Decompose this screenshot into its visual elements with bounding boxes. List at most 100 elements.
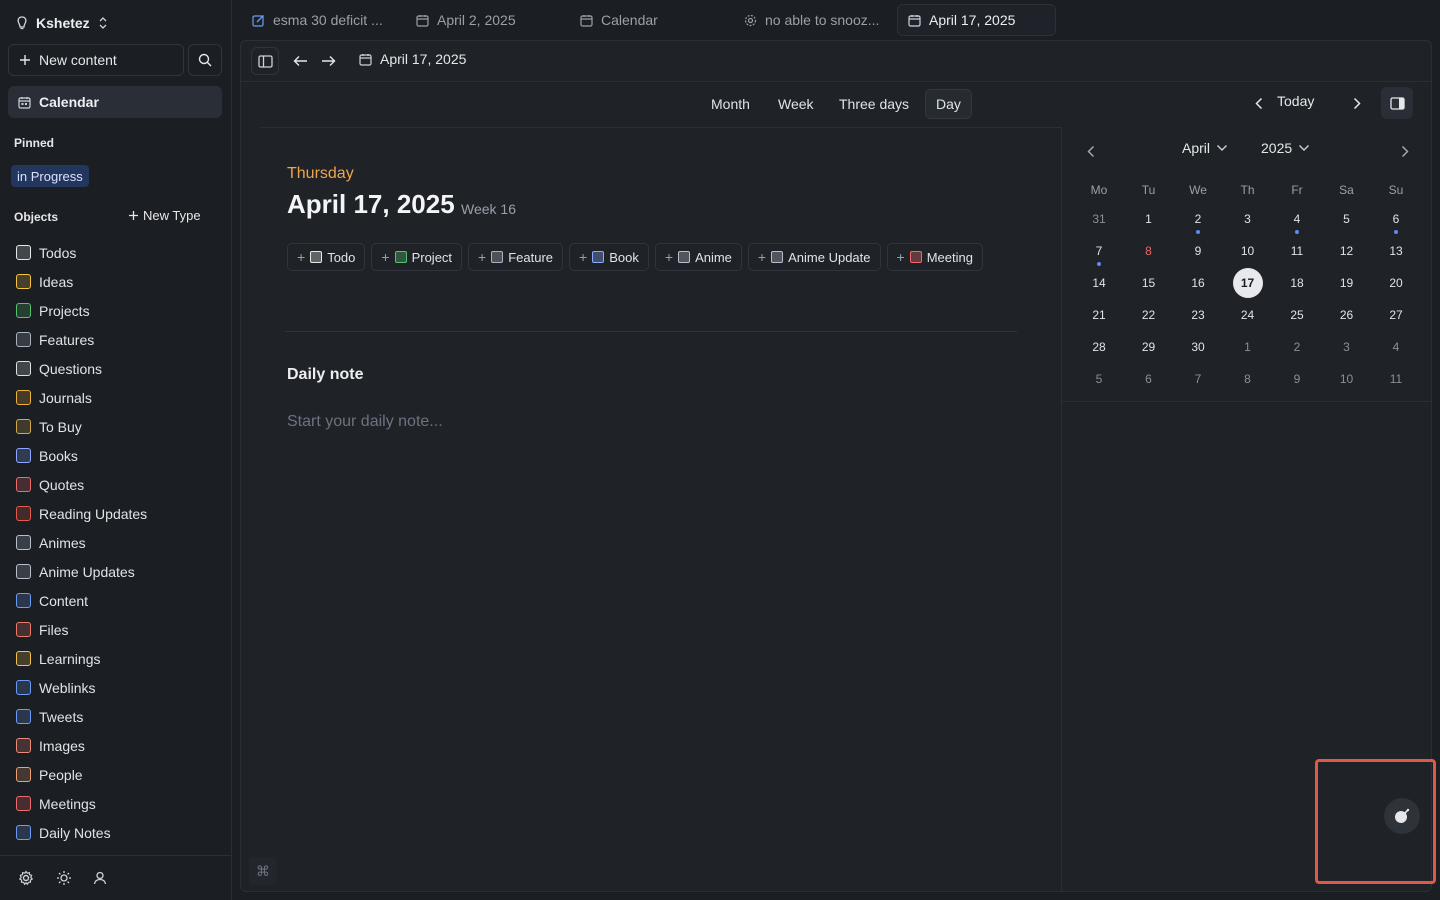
new-type-button[interactable]: New Type xyxy=(128,208,201,223)
sidebar-item-anime-updates[interactable]: Anime Updates xyxy=(16,557,224,586)
daily-note-editor[interactable]: Start your daily note... xyxy=(287,413,443,431)
workspace-switcher[interactable]: Kshetez xyxy=(16,12,108,34)
sidebar-item-reading-updates[interactable]: Reading Updates xyxy=(16,499,224,528)
sidebar-item-learnings[interactable]: Learnings xyxy=(16,644,224,673)
mini-calendar-day[interactable]: 9 xyxy=(1183,236,1213,266)
search-button[interactable] xyxy=(188,44,222,76)
today-button[interactable]: Today xyxy=(1277,93,1314,109)
mini-calendar-day[interactable]: 11 xyxy=(1282,236,1312,266)
mini-calendar-day[interactable]: 6 xyxy=(1134,364,1164,394)
user-profile-icon[interactable] xyxy=(92,870,108,886)
mini-calendar-day[interactable]: 18 xyxy=(1282,268,1312,298)
mini-calendar-day[interactable]: 19 xyxy=(1332,268,1362,298)
sidebar-item-questions[interactable]: Questions xyxy=(16,354,224,383)
mini-calendar-day[interactable]: 11 xyxy=(1381,364,1411,394)
next-period-button[interactable] xyxy=(1347,95,1367,111)
toggle-right-panel-button[interactable] xyxy=(1381,87,1413,119)
mini-prev-month-button[interactable] xyxy=(1084,143,1098,159)
mini-calendar-day[interactable]: 31 xyxy=(1084,204,1114,234)
add-meeting-button[interactable]: + Meeting xyxy=(886,243,983,271)
mini-calendar-day[interactable]: 9 xyxy=(1282,364,1312,394)
sidebar-item-calendar[interactable]: Calendar xyxy=(8,86,222,118)
sidebar-item-daily-notes[interactable]: Daily Notes xyxy=(16,818,224,847)
sidebar-item-to-buy[interactable]: To Buy xyxy=(16,412,224,441)
mini-calendar-day[interactable]: 25 xyxy=(1282,300,1312,330)
tab-esma-deficit[interactable]: esma 30 deficit ... xyxy=(242,4,392,36)
forward-button[interactable] xyxy=(319,53,337,69)
add-todo-button[interactable]: + Todo xyxy=(287,243,366,271)
floating-action-button[interactable] xyxy=(1384,798,1420,834)
view-three-days-button[interactable]: Three days xyxy=(829,89,919,119)
mini-calendar-day[interactable]: 30 xyxy=(1183,332,1213,362)
mini-calendar-day[interactable]: 8 xyxy=(1134,236,1164,266)
mini-calendar-day[interactable]: 4 xyxy=(1381,332,1411,362)
view-month-button[interactable]: Month xyxy=(701,89,760,119)
mini-calendar-day[interactable]: 22 xyxy=(1134,300,1164,330)
mini-year-select[interactable]: 2025 xyxy=(1261,140,1310,156)
add-anime-update-button[interactable]: + Anime Update xyxy=(747,243,881,271)
mini-calendar-day[interactable]: 26 xyxy=(1332,300,1362,330)
command-shortcut-button[interactable]: ⌘ xyxy=(249,857,277,885)
view-day-button[interactable]: Day xyxy=(925,89,972,119)
back-button[interactable] xyxy=(291,53,309,69)
mini-calendar-day[interactable]: 14 xyxy=(1084,268,1114,298)
add-feature-button[interactable]: + Feature xyxy=(468,243,564,271)
breadcrumb[interactable]: April 17, 2025 xyxy=(359,51,466,67)
mini-calendar-day[interactable]: 1 xyxy=(1233,332,1263,362)
mini-calendar-day[interactable]: 15 xyxy=(1134,268,1164,298)
sidebar-item-journals[interactable]: Journals xyxy=(16,383,224,412)
mini-calendar-day[interactable]: 1 xyxy=(1134,204,1164,234)
sidebar-item-meetings[interactable]: Meetings xyxy=(16,789,224,818)
pinned-item-in-progress[interactable]: in Progress xyxy=(11,165,89,187)
mini-calendar-day[interactable]: 10 xyxy=(1332,364,1362,394)
mini-calendar-day[interactable]: 3 xyxy=(1233,204,1263,234)
sun-theme-icon[interactable] xyxy=(56,870,72,886)
settings-gear-icon[interactable] xyxy=(18,870,34,886)
mini-calendar-day[interactable]: 29 xyxy=(1134,332,1164,362)
mini-calendar-day[interactable]: 5 xyxy=(1084,364,1114,394)
mini-calendar-day[interactable]: 7 xyxy=(1183,364,1213,394)
sidebar-item-animes[interactable]: Animes xyxy=(16,528,224,557)
mini-calendar-day[interactable]: 10 xyxy=(1233,236,1263,266)
mini-calendar-day[interactable]: 5 xyxy=(1332,204,1362,234)
add-book-button[interactable]: + Book xyxy=(569,243,649,271)
sidebar-item-projects[interactable]: Projects xyxy=(16,296,224,325)
view-week-button[interactable]: Week xyxy=(768,89,824,119)
mini-calendar-day[interactable]: 24 xyxy=(1233,300,1263,330)
sidebar-item-people[interactable]: People xyxy=(16,760,224,789)
tab-no-able-to-snooze[interactable]: no able to snooz... xyxy=(734,4,886,36)
mini-calendar-day[interactable]: 13 xyxy=(1381,236,1411,266)
prev-period-button[interactable] xyxy=(1249,95,1269,111)
sidebar-item-features[interactable]: Features xyxy=(16,325,224,354)
mini-calendar-day[interactable]: 12 xyxy=(1332,236,1362,266)
sidebar-item-todos[interactable]: Todos xyxy=(16,238,224,267)
sidebar-item-tweets[interactable]: Tweets xyxy=(16,702,224,731)
add-project-button[interactable]: + Project xyxy=(371,243,463,271)
mini-calendar-day[interactable]: 20 xyxy=(1381,268,1411,298)
mini-calendar-day[interactable]: 17 xyxy=(1232,268,1263,298)
mini-calendar-day[interactable]: 2 xyxy=(1282,332,1312,362)
sidebar-item-books[interactable]: Books xyxy=(16,441,224,470)
toggle-sidebar-button[interactable] xyxy=(251,47,279,75)
sidebar-item-quotes[interactable]: Quotes xyxy=(16,470,224,499)
sidebar-item-weblinks[interactable]: Weblinks xyxy=(16,673,224,702)
sidebar-item-content[interactable]: Content xyxy=(16,586,224,615)
add-button-label: Project xyxy=(411,249,453,265)
sidebar-item-images[interactable]: Images xyxy=(16,731,224,760)
add-anime-button[interactable]: + Anime xyxy=(654,243,742,271)
new-content-button[interactable]: New content xyxy=(8,44,184,76)
sidebar-item-ideas[interactable]: Ideas xyxy=(16,267,224,296)
mini-calendar-day[interactable]: 3 xyxy=(1332,332,1362,362)
tab-calendar[interactable]: Calendar xyxy=(570,4,720,36)
mini-calendar-day[interactable]: 21 xyxy=(1084,300,1114,330)
mini-calendar-day[interactable]: 23 xyxy=(1183,300,1213,330)
mini-calendar-day[interactable]: 27 xyxy=(1381,300,1411,330)
mini-calendar-day[interactable]: 16 xyxy=(1183,268,1213,298)
mini-calendar-day[interactable]: 8 xyxy=(1233,364,1263,394)
tab-april-17-2025[interactable]: April 17, 2025 xyxy=(897,4,1056,36)
mini-calendar-day[interactable]: 28 xyxy=(1084,332,1114,362)
mini-next-month-button[interactable] xyxy=(1398,143,1412,159)
mini-month-select[interactable]: April xyxy=(1182,140,1228,156)
tab-april-2-2025[interactable]: April 2, 2025 xyxy=(406,4,556,36)
sidebar-item-files[interactable]: Files xyxy=(16,615,224,644)
